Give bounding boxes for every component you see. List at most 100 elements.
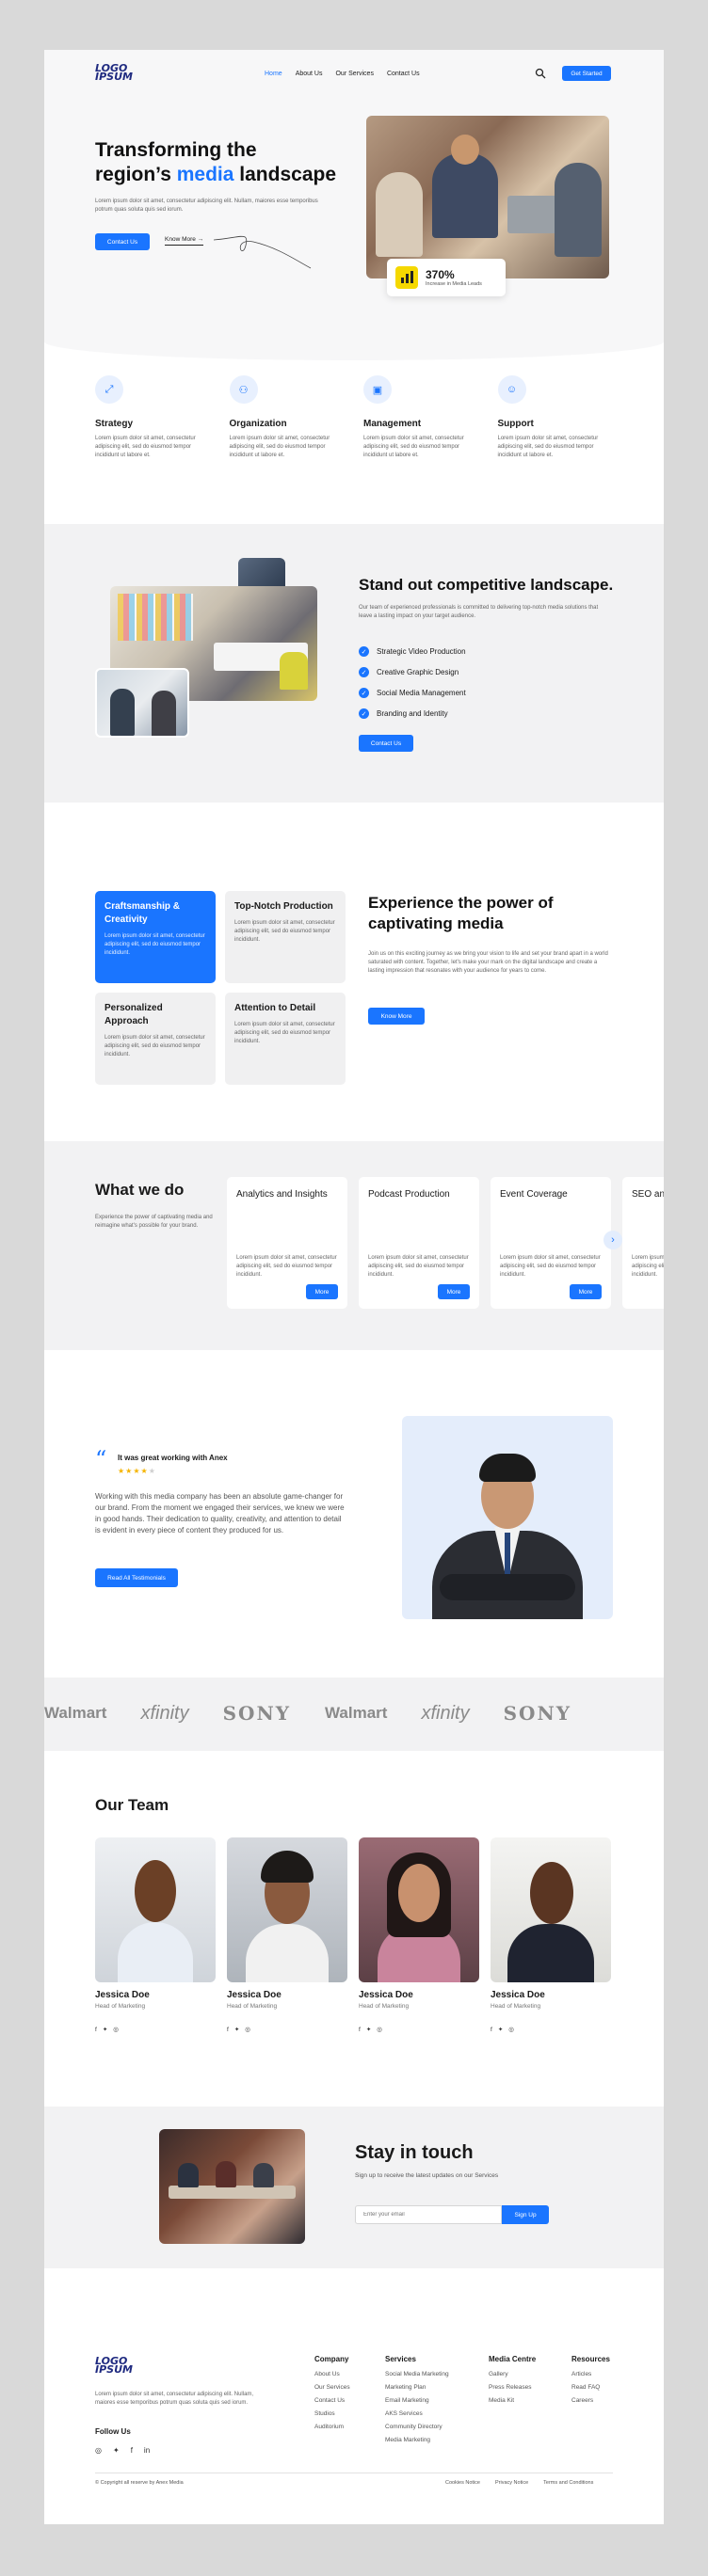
twitter-icon[interactable]: ✦ bbox=[498, 2027, 503, 2033]
feature-support: ☺ Support Lorem ipsum dolor sit amet, co… bbox=[497, 375, 614, 460]
footer-link[interactable]: Email Marketing bbox=[385, 2397, 449, 2404]
team-member-card: Jessica Doe Head of Marketing f ✦ ◎ bbox=[359, 1837, 479, 2036]
nav-contact[interactable]: Contact Us bbox=[387, 71, 420, 77]
more-button[interactable]: More bbox=[306, 1284, 338, 1299]
facebook-icon[interactable]: f bbox=[227, 2027, 229, 2033]
logo[interactable]: LOGO IPSUM bbox=[95, 63, 133, 82]
footer-link[interactable]: About Us bbox=[314, 2371, 350, 2377]
team-socials: f ✦ ◎ bbox=[491, 2019, 611, 2036]
footer-link[interactable]: Marketing Plan bbox=[385, 2384, 449, 2391]
twitter-icon[interactable]: ✦ bbox=[103, 2027, 107, 2033]
experience-card-craftsmanship[interactable]: Craftsmanship & Creativity Lorem ipsum d… bbox=[95, 891, 216, 983]
footer-link[interactable]: Careers bbox=[571, 2397, 610, 2404]
more-button[interactable]: More bbox=[570, 1284, 602, 1299]
hero-description: Lorem ipsum dolor sit amet, consectetur … bbox=[95, 199, 318, 213]
instagram-icon[interactable]: ◎ bbox=[377, 2027, 382, 2033]
cookies-notice-link[interactable]: Cookies Notice bbox=[445, 2480, 480, 2486]
service-card-seo: SEO and Digital Lorem ipsum dolor sit am… bbox=[622, 1177, 664, 1309]
linkedin-icon[interactable]: in bbox=[144, 2446, 150, 2455]
footer-heading: Services bbox=[385, 2355, 416, 2363]
features-row: ⤢ Strategy Lorem ipsum dolor sit amet, c… bbox=[95, 375, 613, 460]
card-text: Lorem ipsum dolor sit amet, consectetur … bbox=[368, 1255, 469, 1278]
footer-link[interactable]: AKS Services bbox=[385, 2410, 449, 2417]
card-text: Lorem ipsum dolor sit amet, consectetur … bbox=[105, 933, 205, 956]
team-member-role: Head of Marketing bbox=[359, 2003, 410, 2010]
know-more-link[interactable]: Know More → bbox=[165, 236, 204, 246]
nav-home[interactable]: Home bbox=[265, 71, 282, 77]
feature-organization: ⚇ Organization Lorem ipsum dolor sit ame… bbox=[229, 375, 346, 460]
feature-title: Strategy bbox=[95, 419, 134, 429]
list-item: ✓ Strategic Video Production bbox=[359, 646, 466, 657]
experience-card-detail[interactable]: Attention to Detail Lorem ipsum dolor si… bbox=[225, 993, 346, 1085]
standout-contact-button[interactable]: Contact Us bbox=[359, 735, 413, 752]
feature-management: ▣ Management Lorem ipsum dolor sit amet,… bbox=[363, 375, 479, 460]
footer-link[interactable]: Articles bbox=[571, 2371, 610, 2377]
experience-description: Join us on this exciting journey as we b… bbox=[368, 951, 608, 974]
services-title: What we do bbox=[95, 1181, 185, 1199]
check-icon: ✓ bbox=[359, 667, 369, 677]
card-text: Lorem ipsum dolor sit amet, consectetur … bbox=[236, 1255, 337, 1278]
star-icon: ★ bbox=[140, 1467, 149, 1475]
team-member-name: Jessica Doe bbox=[227, 1990, 282, 2000]
footer-link[interactable]: Auditorium bbox=[314, 2424, 350, 2430]
facebook-icon[interactable]: f bbox=[131, 2446, 133, 2455]
twitter-icon[interactable]: ✦ bbox=[113, 2446, 120, 2455]
footer-heading: Resources bbox=[571, 2355, 610, 2363]
experience-know-more-button[interactable]: Know More bbox=[368, 1008, 425, 1025]
email-input[interactable] bbox=[355, 2205, 502, 2224]
team-member-photo bbox=[359, 1837, 479, 1982]
card-title: Attention to Detail bbox=[234, 1003, 316, 1013]
facebook-icon[interactable]: f bbox=[491, 2027, 492, 2033]
bar-chart-icon bbox=[395, 266, 418, 289]
footer-logo[interactable]: LOGO IPSUM bbox=[95, 2356, 133, 2375]
instagram-icon[interactable]: ◎ bbox=[508, 2027, 514, 2033]
feature-strategy: ⤢ Strategy Lorem ipsum dolor sit amet, c… bbox=[95, 375, 211, 460]
get-started-button[interactable]: Get Started bbox=[562, 66, 611, 81]
feature-text: Lorem ipsum dolor sit amet, consectetur … bbox=[95, 436, 196, 458]
team-member-card: Jessica Doe Head of Marketing f ✦ ◎ bbox=[227, 1837, 347, 2036]
footer-link[interactable]: Media Kit bbox=[489, 2397, 536, 2404]
footer-link[interactable]: Contact Us bbox=[314, 2397, 350, 2404]
copyright: © Copyright all reserve by Anex Media bbox=[95, 2480, 184, 2486]
privacy-notice-link[interactable]: Privacy Notice bbox=[495, 2480, 528, 2486]
service-card-podcast: Podcast Production Lorem ipsum dolor sit… bbox=[359, 1177, 479, 1309]
footer-link[interactable]: Press Releases bbox=[489, 2384, 536, 2391]
strategy-icon: ⤢ bbox=[95, 375, 123, 404]
experience-card-personalized[interactable]: Personalized Approach Lorem ipsum dolor … bbox=[95, 993, 216, 1085]
team-socials: f ✦ ◎ bbox=[95, 2019, 216, 2036]
instagram-icon[interactable]: ◎ bbox=[113, 2027, 119, 2033]
facebook-icon[interactable]: f bbox=[95, 2027, 97, 2033]
footer-link[interactable]: Social Media Marketing bbox=[385, 2371, 449, 2377]
footer-link[interactable]: Community Directory bbox=[385, 2424, 449, 2430]
footer-link[interactable]: Read FAQ bbox=[571, 2384, 610, 2391]
twitter-icon[interactable]: ✦ bbox=[234, 2027, 239, 2033]
card-text: Lorem ipsum dolor sit amet, consectetur … bbox=[105, 1035, 205, 1057]
footer-link[interactable]: Media Marketing bbox=[385, 2437, 449, 2443]
standout-description: Our team of experienced professionals is… bbox=[359, 605, 599, 619]
terms-link[interactable]: Terms and Conditions bbox=[543, 2480, 593, 2486]
read-testimonials-button[interactable]: Read All Testimonials bbox=[95, 1568, 178, 1587]
twitter-icon[interactable]: ✦ bbox=[366, 2027, 371, 2033]
card-title: Top-Notch Production bbox=[234, 901, 333, 912]
hero-contact-button[interactable]: Contact Us bbox=[95, 233, 150, 250]
footer-link[interactable]: Gallery bbox=[489, 2371, 536, 2377]
team-title: Our Team bbox=[95, 1796, 169, 1814]
nav-about[interactable]: About Us bbox=[296, 71, 323, 77]
footer-link[interactable]: Studios bbox=[314, 2410, 350, 2417]
search-icon[interactable] bbox=[535, 67, 546, 79]
standout-title: Stand out competitive landscape. bbox=[359, 576, 614, 594]
instagram-icon[interactable]: ◎ bbox=[95, 2446, 102, 2455]
star-icon: ★ bbox=[118, 1467, 126, 1475]
carousel-next-icon[interactable]: › bbox=[603, 1231, 622, 1249]
card-text: Lorem ipsum dolor sit amet, consectetur … bbox=[500, 1255, 601, 1278]
testimonial-portrait bbox=[402, 1416, 613, 1619]
experience-card-production[interactable]: Top-Notch Production Lorem ipsum dolor s… bbox=[225, 891, 346, 983]
more-button[interactable]: More bbox=[438, 1284, 470, 1299]
nav-services[interactable]: Our Services bbox=[335, 71, 373, 77]
card-text: Lorem ipsum dolor sit amet, consectetur … bbox=[234, 920, 335, 943]
card-title: Analytics and Insights bbox=[236, 1189, 328, 1200]
footer-link[interactable]: Our Services bbox=[314, 2384, 350, 2391]
instagram-icon[interactable]: ◎ bbox=[245, 2027, 250, 2033]
sign-up-button[interactable]: Sign Up bbox=[502, 2205, 549, 2224]
facebook-icon[interactable]: f bbox=[359, 2027, 361, 2033]
